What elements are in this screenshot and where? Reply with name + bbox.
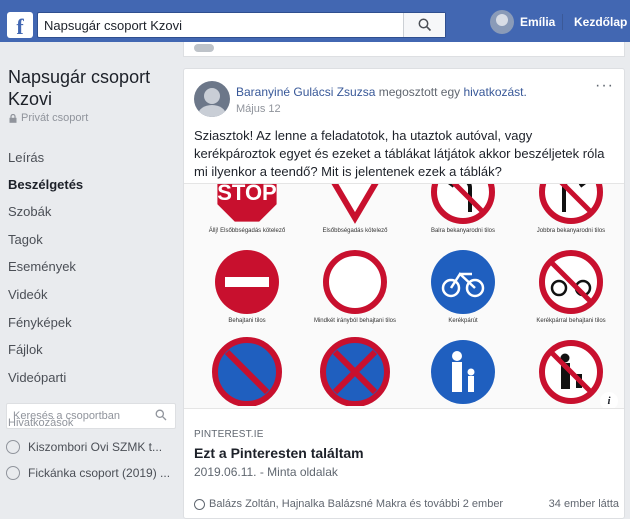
shortcut-item[interactable]: Fickánka csoport (2019) ... xyxy=(6,466,170,480)
nav-item-events[interactable]: Események xyxy=(8,259,76,274)
sign-caption: Kerékpárral behajtani tilos xyxy=(536,318,606,324)
closed-sign-icon xyxy=(323,250,387,314)
seen-count[interactable]: 34 ember látta xyxy=(549,498,619,510)
nav-item-watch-party[interactable]: Videóparti xyxy=(8,370,66,385)
yield-sign-icon xyxy=(331,184,379,224)
shortcut-label: Fickánka csoport (2019) ... xyxy=(28,466,171,480)
group-icon xyxy=(6,466,20,480)
user-name: Emília xyxy=(520,15,556,29)
nav-item-files[interactable]: Fájlok xyxy=(8,342,43,357)
reactors-list[interactable]: Balázs Zoltán, Hajnalka Balázsné Makra é… xyxy=(209,498,503,510)
noentry-sign-icon xyxy=(215,250,279,314)
post-body: Sziasztok! Az lenne a feladatotok, ha ut… xyxy=(194,128,605,179)
shared-link-word[interactable]: hivatkozást. xyxy=(463,85,526,99)
avatar xyxy=(490,10,514,34)
previous-post-bar xyxy=(194,44,214,52)
link-preview-image[interactable]: Kerékpárral behajtani tilos Kerékpárút Min… xyxy=(184,183,624,409)
traffic-sign-cell: Mindkét irányból behajtani tilos xyxy=(300,244,410,334)
shortcuts-heading: Hivatkozások xyxy=(8,417,74,429)
sign-caption: Jobbra bekanyarodni tilos xyxy=(536,228,606,234)
nostopping-sign-icon xyxy=(320,337,390,407)
group-privacy: Privát csoport xyxy=(9,112,88,124)
traffic-sign-cell: STOP Állj! Elsőbbségadás kötelező xyxy=(192,183,302,244)
facebook-group-page: f Napsugár csoport Kzovi Emília Kezdőlap… xyxy=(0,0,630,519)
top-navigation-bar: f Napsugár csoport Kzovi Emília Kezdőlap xyxy=(0,0,630,42)
link-title[interactable]: Ezt a Pinteresten találtam xyxy=(194,445,364,461)
link-domain[interactable]: PINTEREST.IE xyxy=(194,429,264,440)
nav-item-members[interactable]: Tagok xyxy=(8,232,43,247)
traffic-sign-cell: Kerékpárral behajtani tilos xyxy=(516,244,624,334)
link-subtitle: 2019.06.11. - Minta oldalak xyxy=(194,465,338,479)
nav-item-discussion[interactable]: Beszélgetés xyxy=(8,177,83,192)
like-icon xyxy=(194,498,205,510)
search-icon xyxy=(418,18,432,32)
stop-sign-icon: STOP xyxy=(217,183,277,222)
search-icon xyxy=(155,409,167,421)
traffic-sign-cell: Elsőbbségadás kötelező xyxy=(300,184,410,244)
sign-caption: Balra bekanyarodni tilos xyxy=(430,228,496,234)
traffic-sign-cell: Balra bekanyarodni tilos xyxy=(408,184,518,244)
nav-item-rooms[interactable]: Szobák xyxy=(8,204,51,219)
bike-sign-icon xyxy=(431,250,495,314)
facebook-logo-icon[interactable]: f xyxy=(7,12,33,38)
nobike-sign-icon xyxy=(539,250,603,314)
traffic-sign-cell: Kerékpárút xyxy=(408,244,518,334)
more-options-icon[interactable]: ··· xyxy=(595,77,614,95)
previous-post-fragment xyxy=(183,42,625,57)
global-search-input[interactable]: Napsugár csoport Kzovi xyxy=(37,12,446,38)
noright-sign-icon xyxy=(539,184,603,224)
feed-post: Baranyiné Gulácsi Zsuzsa megosztott egy … xyxy=(183,68,625,519)
nav-item-description[interactable]: Leírás xyxy=(8,150,44,165)
traffic-sign-cell xyxy=(300,334,410,408)
post-header: Baranyiné Gulácsi Zsuzsa megosztott egy … xyxy=(236,85,527,99)
author-avatar[interactable] xyxy=(194,81,230,117)
topbar-divider xyxy=(562,14,563,30)
pedestrian-sign-icon xyxy=(431,340,495,404)
post-action: megosztott egy xyxy=(378,85,461,99)
svg-text:STOP: STOP xyxy=(217,183,277,205)
sign-caption: Állj! Elsőbbségadás kötelező xyxy=(208,228,286,234)
reactions-bar: Balázs Zoltán, Hajnalka Balázsné Makra é… xyxy=(194,498,619,510)
home-link[interactable]: Kezdőlap xyxy=(574,15,627,29)
shortcut-item[interactable]: Kiszombori Ovi SZMK t... xyxy=(6,440,162,454)
traffic-sign-cell: Behajtani tilos xyxy=(192,244,302,334)
nav-item-videos[interactable]: Videók xyxy=(8,287,48,302)
info-icon[interactable]: i xyxy=(600,392,618,408)
traffic-sign-cell xyxy=(192,334,302,408)
sign-caption: Kerékpárút xyxy=(448,318,478,324)
sign-caption: Behajtani tilos xyxy=(228,318,266,324)
traffic-sign-cell xyxy=(408,334,518,408)
search-query-text: Napsugár csoport Kzovi xyxy=(44,18,183,33)
noparking-sign-icon xyxy=(212,337,282,407)
profile-link[interactable]: Emília xyxy=(490,10,555,34)
group-title[interactable]: Napsugár csoport Kzovi xyxy=(8,66,178,110)
group-icon xyxy=(6,440,20,454)
nav-item-photos[interactable]: Fényképek xyxy=(8,315,72,330)
author-name[interactable]: Baranyiné Gulácsi Zsuzsa xyxy=(236,85,375,99)
sign-caption: Mindkét irányból behajtani tilos xyxy=(313,318,397,324)
lock-icon xyxy=(9,113,17,123)
shortcut-label: Kiszombori Ovi SZMK t... xyxy=(28,440,163,454)
group-sidebar: Napsugár csoport Kzovi Privát csoport Le… xyxy=(0,42,182,519)
sign-caption: Elsőbbségadás kötelező xyxy=(322,228,388,234)
post-date[interactable]: Május 12 xyxy=(236,103,281,115)
search-button[interactable] xyxy=(403,13,445,37)
privacy-label: Privát csoport xyxy=(21,112,89,124)
traffic-sign-cell: Jobbra bekanyarodni tilos xyxy=(516,184,624,244)
noleft-sign-icon xyxy=(431,184,495,224)
